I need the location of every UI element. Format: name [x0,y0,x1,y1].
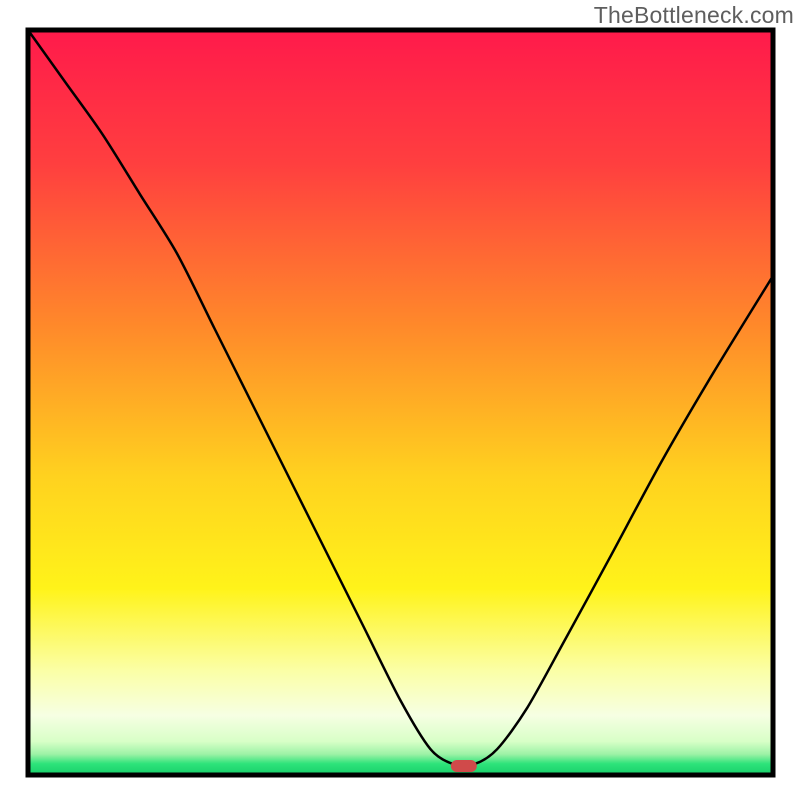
plot-background [28,30,773,775]
watermark-text: TheBottleneck.com [594,2,794,29]
bottleneck-chart [0,0,800,800]
chart-container: TheBottleneck.com [0,0,800,800]
minimum-marker [451,760,477,772]
